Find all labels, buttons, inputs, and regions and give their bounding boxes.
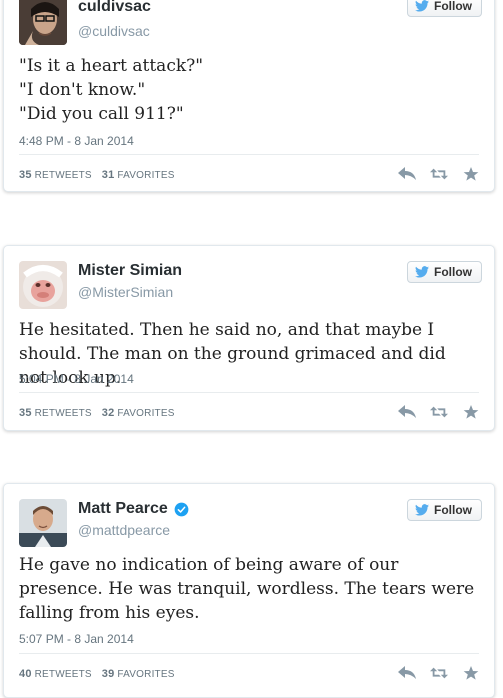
tweet-text: He gave no indication of being aware of … xyxy=(19,555,475,623)
favorite-count-value: 39 xyxy=(101,668,115,680)
reply-icon[interactable] xyxy=(398,665,416,681)
reply-icon[interactable] xyxy=(398,166,416,182)
retweet-count-label: RETWEETS xyxy=(34,408,92,419)
display-name-text[interactable]: culdivsac xyxy=(78,0,151,16)
avatar[interactable] xyxy=(19,0,67,45)
tweet-actions xyxy=(398,404,480,420)
tweet-timestamp[interactable]: 5:07 PM - 8 Jan 2014 xyxy=(19,632,134,646)
retweet-count-value: 35 xyxy=(19,169,32,181)
follow-button[interactable]: Follow xyxy=(407,499,482,521)
user-handle[interactable]: @MisterSimian xyxy=(78,284,173,300)
display-name[interactable]: Mister Simian xyxy=(78,262,182,280)
avatar[interactable] xyxy=(19,261,67,309)
display-name[interactable]: culdivsac xyxy=(78,0,151,16)
star-icon[interactable] xyxy=(462,166,480,182)
follow-button[interactable]: Follow xyxy=(407,261,482,283)
avatar[interactable] xyxy=(19,499,67,547)
follow-label: Follow xyxy=(434,265,472,279)
follow-button[interactable]: Follow xyxy=(407,0,482,17)
display-name[interactable]: Matt Pearce xyxy=(78,500,189,518)
tweet-stats: 35 RETWEETS 32 FAVORITES xyxy=(19,407,175,419)
tweet-card: Mister Simian @MisterSimian Follow He he… xyxy=(3,245,495,431)
tweet-stats: 40 RETWEETS 39 FAVORITES xyxy=(19,668,175,680)
retweet-count[interactable]: 40 RETWEETS xyxy=(19,668,92,680)
favorite-count-label: FAVORITES xyxy=(117,408,175,419)
tweet-card: culdivsac @culdivsac Follow "Is it a hea… xyxy=(3,0,495,192)
retweet-count-label: RETWEETS xyxy=(34,669,92,680)
retweet-count[interactable]: 35 RETWEETS xyxy=(19,407,92,419)
star-icon[interactable] xyxy=(462,404,480,420)
retweet-icon[interactable] xyxy=(430,665,448,681)
divider xyxy=(19,392,479,393)
twitter-bird-icon xyxy=(415,0,429,12)
star-icon[interactable] xyxy=(462,665,480,681)
tweet-stats: 35 RETWEETS 31 FAVORITES xyxy=(19,169,175,181)
divider xyxy=(19,653,479,654)
retweet-count[interactable]: 35 RETWEETS xyxy=(19,169,92,181)
tweet-timestamp[interactable]: 4:48 PM - 8 Jan 2014 xyxy=(19,134,134,148)
favorite-count-label: FAVORITES xyxy=(117,170,175,181)
user-handle[interactable]: @culdivsac xyxy=(78,23,150,39)
follow-label: Follow xyxy=(434,503,472,517)
retweet-count-label: RETWEETS xyxy=(34,170,92,181)
favorite-count-value: 31 xyxy=(101,169,115,181)
tweet-actions xyxy=(398,166,480,182)
user-handle[interactable]: @mattdpearce xyxy=(78,522,170,538)
twitter-bird-icon xyxy=(415,504,429,516)
divider xyxy=(19,154,479,155)
reply-icon[interactable] xyxy=(398,404,416,420)
favorite-count[interactable]: 31 FAVORITES xyxy=(102,169,175,181)
retweet-icon[interactable] xyxy=(430,166,448,182)
retweet-icon[interactable] xyxy=(430,404,448,420)
tweet-card: Matt Pearce @mattdpearce Follow He gave … xyxy=(3,483,495,698)
display-name-text[interactable]: Mister Simian xyxy=(78,262,182,280)
favorite-count-label: FAVORITES xyxy=(117,669,175,680)
tweet-actions xyxy=(398,665,480,681)
favorite-count[interactable]: 32 FAVORITES xyxy=(102,407,175,419)
retweet-count-value: 35 xyxy=(19,407,32,419)
tweet-text: "Is it a heart attack?" "I don't know." … xyxy=(19,56,204,124)
display-name-text[interactable]: Matt Pearce xyxy=(78,500,168,518)
retweet-count-value: 40 xyxy=(19,668,32,680)
favorite-count[interactable]: 39 FAVORITES xyxy=(102,668,175,680)
favorite-count-value: 32 xyxy=(101,407,115,419)
twitter-bird-icon xyxy=(415,266,429,278)
verified-badge-icon xyxy=(174,502,189,517)
tweet-timestamp[interactable]: 5:04 PM - 8 Jan 2014 xyxy=(19,372,134,386)
follow-label: Follow xyxy=(434,0,472,13)
